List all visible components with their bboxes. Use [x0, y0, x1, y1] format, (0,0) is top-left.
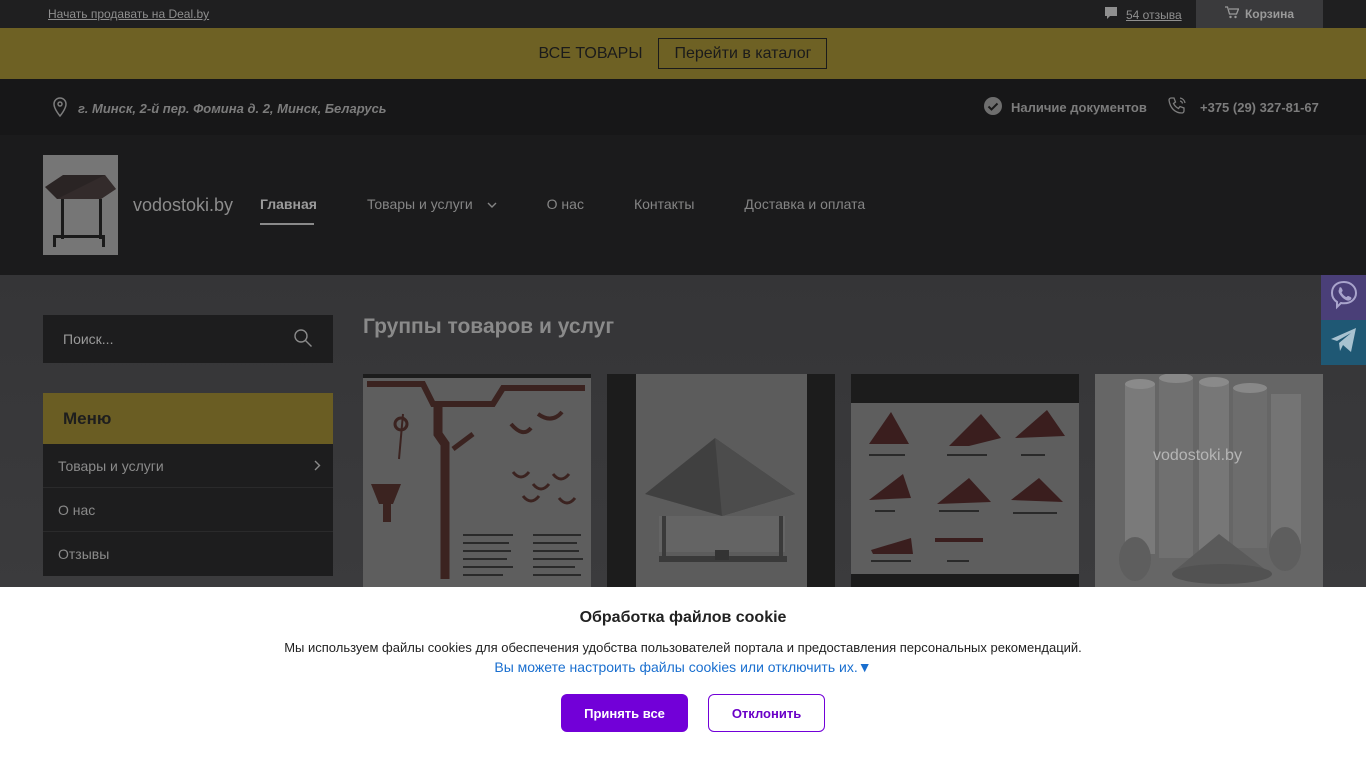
- page-title: Группы товаров и услуг: [363, 315, 615, 338]
- sidebar-item-label: О нас: [58, 501, 96, 518]
- address-text: г. Минск, 2-й пер. Фомина д. 2, Минск, Б…: [78, 101, 387, 116]
- start-selling-link[interactable]: Начать продавать на Deal.by: [48, 7, 209, 21]
- search-input[interactable]: Поиск...: [43, 315, 333, 363]
- product-group-card-roof-elements[interactable]: [851, 374, 1079, 587]
- decline-button[interactable]: Отклонить: [708, 694, 825, 732]
- all-goods-label: ВСЕ ТОВАРЫ: [538, 44, 643, 62]
- chimney-cap-image: [607, 374, 835, 587]
- reviews-link[interactable]: 54 отзыва: [1104, 6, 1182, 23]
- galvanized-pipes-image: vodostoki.by: [1095, 374, 1323, 587]
- roof-elements-image: [851, 374, 1079, 587]
- comment-icon: [1104, 6, 1118, 23]
- cookie-title: Обработка файлов cookie: [579, 609, 787, 626]
- go-to-catalog-button[interactable]: Перейти в каталог: [658, 38, 828, 69]
- nav-delivery-payment[interactable]: Доставка и оплата: [744, 196, 865, 212]
- nav-home-label: Главная: [260, 196, 317, 212]
- nav-home[interactable]: Главная: [260, 196, 317, 225]
- info-bar: г. Минск, 2-й пер. Фомина д. 2, Минск, Б…: [0, 79, 1366, 135]
- cart-label: Корзина: [1244, 7, 1295, 21]
- product-group-card-chimney-caps[interactable]: [607, 374, 835, 587]
- search-icon[interactable]: [293, 328, 313, 351]
- documents-label: Наличие документов: [1011, 100, 1147, 115]
- reviews-count: 54 отзыва: [1126, 7, 1182, 22]
- cart-button[interactable]: Корзина: [1196, 0, 1323, 28]
- promo-bar: ВСЕ ТОВАРЫ Перейти в каталог: [0, 28, 1366, 79]
- nav-about[interactable]: О нас: [547, 196, 584, 212]
- product-group-card-gutters[interactable]: [363, 374, 591, 587]
- address[interactable]: г. Минск, 2-й пер. Фомина д. 2, Минск, Б…: [52, 97, 387, 120]
- viber-button[interactable]: [1321, 275, 1366, 320]
- sidebar-item-about[interactable]: О нас: [43, 488, 333, 532]
- sidebar-item-label: Отзывы: [58, 546, 110, 562]
- main-nav: Главная Товары и услуги О нас Контакты Д…: [260, 196, 915, 225]
- menu-title: Меню: [43, 393, 333, 444]
- location-pin-icon: [52, 97, 68, 120]
- phone-contact[interactable]: +375 (29) 327-81-67: [1167, 96, 1319, 119]
- site-header: vodostoki.by Главная Товары и услуги О н…: [0, 135, 1366, 275]
- search-placeholder: Поиск...: [63, 331, 114, 347]
- cookie-settings-link[interactable]: Вы можете настроить файлы cookies или от…: [0, 659, 1366, 675]
- phone-number: +375 (29) 327-81-67: [1200, 100, 1319, 115]
- sidebar-item-label: Товары и услуги: [58, 457, 164, 474]
- viber-icon: [1328, 279, 1360, 316]
- logo-image[interactable]: [43, 155, 118, 255]
- chevron-right-icon: [314, 458, 321, 474]
- nav-about-label: О нас: [546, 196, 584, 212]
- nav-goods-services[interactable]: Товары и услуги: [367, 196, 497, 212]
- cookie-banner: Обработка файлов cookie Мы используем фа…: [0, 587, 1366, 768]
- sidebar-item-reviews[interactable]: Отзывы: [43, 532, 333, 576]
- site-name[interactable]: vodostoki.by: [133, 195, 233, 216]
- nav-contacts-label: Контакты: [633, 196, 695, 212]
- telegram-button[interactable]: [1321, 320, 1366, 365]
- nav-delivery-payment-label: Доставка и оплата: [744, 196, 866, 212]
- chevron-down-icon: [487, 196, 497, 212]
- gutter-system-image: [363, 378, 591, 587]
- cookie-description: Мы используем файлы cookies для обеспече…: [284, 640, 1082, 655]
- telegram-icon: [1329, 326, 1359, 359]
- main-content: Поиск... Меню Товары и услуги О нас Отзы…: [0, 275, 1366, 587]
- nav-contacts[interactable]: Контакты: [634, 196, 694, 212]
- cart-icon: [1224, 6, 1240, 22]
- product-group-card-pipes[interactable]: vodostoki.by: [1095, 374, 1323, 587]
- documents-info[interactable]: Наличие документов: [983, 96, 1147, 119]
- nav-goods-services-label: Товары и услуги: [366, 196, 473, 212]
- accept-all-button[interactable]: Принять все: [561, 694, 688, 732]
- top-bar: Начать продавать на Deal.by 54 отзыва Ко…: [0, 0, 1366, 28]
- sidebar-item-goods-services[interactable]: Товары и услуги: [43, 444, 333, 488]
- phone-icon: [1167, 96, 1188, 119]
- watermark-text: vodostoki.by: [1153, 447, 1242, 464]
- verified-check-icon: [983, 96, 1003, 119]
- sidebar-menu: Товары и услуги О нас Отзывы: [43, 444, 333, 576]
